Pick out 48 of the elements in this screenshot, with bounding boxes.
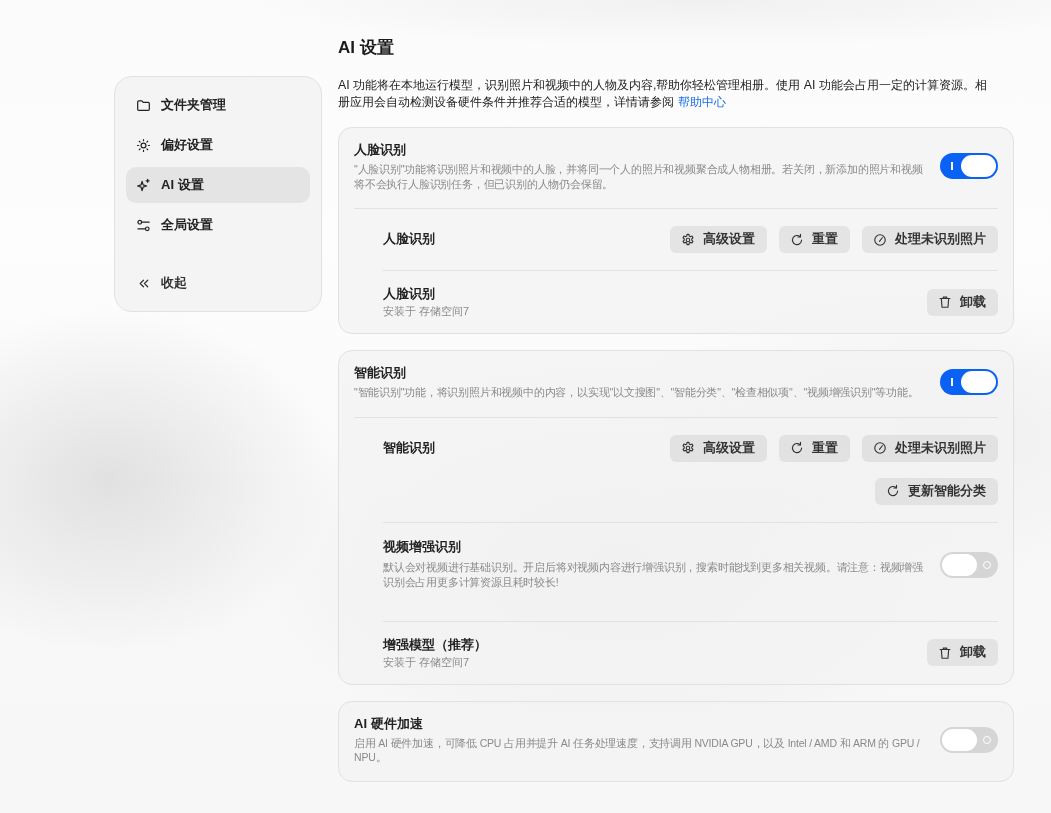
refresh-icon (790, 441, 804, 455)
update-categories-button[interactable]: 更新智能分类 (875, 477, 998, 505)
sun-icon (136, 137, 151, 153)
install-location: 安装于 存储空间7 (383, 654, 471, 670)
row-label: 智能识别 (383, 439, 435, 457)
advanced-settings-button[interactable]: 高级设置 (670, 434, 767, 462)
card-title: AI 硬件加速 (354, 714, 424, 733)
sidebar-item[interactable]: 全局设置 (126, 207, 310, 243)
toggle-switch[interactable] (940, 726, 998, 753)
toggle-switch[interactable] (940, 153, 998, 179)
trash-icon (938, 645, 952, 660)
process-photos-button[interactable]: 处理未识别照片 (862, 226, 998, 253)
card-title: 人脸识别 (354, 141, 407, 159)
sidebar-item[interactable]: AI 设置 (126, 167, 310, 203)
gauge-icon (873, 232, 887, 247)
reset-button[interactable]: 重置 (779, 226, 850, 253)
card-description: 启用 AI 硬件加速，可降低 CPU 占用并提升 AI 任务处理速度，支持调用 NVIDIA GPU，以及 Intel / AMD 和 ARM 的 GPU / NPU。 (354, 735, 921, 765)
model-name: 人脸识别 (383, 286, 436, 303)
trash-icon (938, 295, 952, 309)
collapse-button[interactable]: 收起 (126, 265, 310, 301)
page-title: AI 设置 (338, 37, 395, 59)
reset-button[interactable]: 重置 (779, 434, 850, 462)
uninstall-button[interactable]: 卸载 (927, 639, 998, 666)
gear-icon (681, 232, 695, 247)
card-description: "智能识别"功能，将识别照片和视频中的内容，以实现"以文搜图"、"智能分类"、"检查相似项"、"视频增强识别"等功能。 (354, 385, 920, 400)
refresh-icon (790, 232, 804, 247)
page-description: AI 功能将在本地运行模型，识别照片和视频中的人物及内容,帮助你轻松管理相册。使用 AI 功能会占用一定的计算资源。相册应用会自动检测设备硬件条件并推荐合适的模型，详情请参阅 帮助中心 (338, 77, 988, 111)
refresh-icon (886, 484, 900, 498)
sparkle-icon (136, 177, 151, 193)
option-description: 默认会对视频进行基础识别。开启后将对视频内容进行增强识别，搜索时能找到更多相关视频。请注意：视频增强识别会占用更多计算资源且耗时较长! (383, 559, 924, 590)
gear-icon (681, 441, 695, 455)
toggle-switch[interactable] (940, 551, 998, 578)
toggle-switch[interactable] (940, 368, 998, 395)
sidebar-item[interactable]: 文件夹管理 (126, 87, 310, 123)
install-location: 安装于 存储空间7 (383, 304, 471, 319)
model-name: 增强模型（推荐） (383, 636, 488, 654)
card-title: 智能识别 (354, 364, 407, 382)
option-label: 视频增强识别 (383, 538, 462, 556)
uninstall-button[interactable]: 卸载 (927, 288, 998, 316)
process-photos-button[interactable]: 处理未识别照片 (862, 434, 998, 462)
sliders-icon (136, 217, 151, 233)
folder-icon (136, 97, 151, 113)
help-center-link[interactable]: 帮助中心 (678, 95, 726, 109)
card-description: "人脸识别"功能将识别照片和视频中的人脸，并将同一个人的照片和视频聚合成人物相册。若关闭，新添加的照片和视频将不会执行人脸识别任务，但已识别的人物仍会保留。 (354, 162, 924, 191)
gauge-icon (873, 441, 887, 455)
row-label: 人脸识别 (383, 231, 435, 248)
sidebar-item[interactable]: 偏好设置 (126, 127, 310, 163)
advanced-settings-button[interactable]: 高级设置 (670, 226, 767, 253)
